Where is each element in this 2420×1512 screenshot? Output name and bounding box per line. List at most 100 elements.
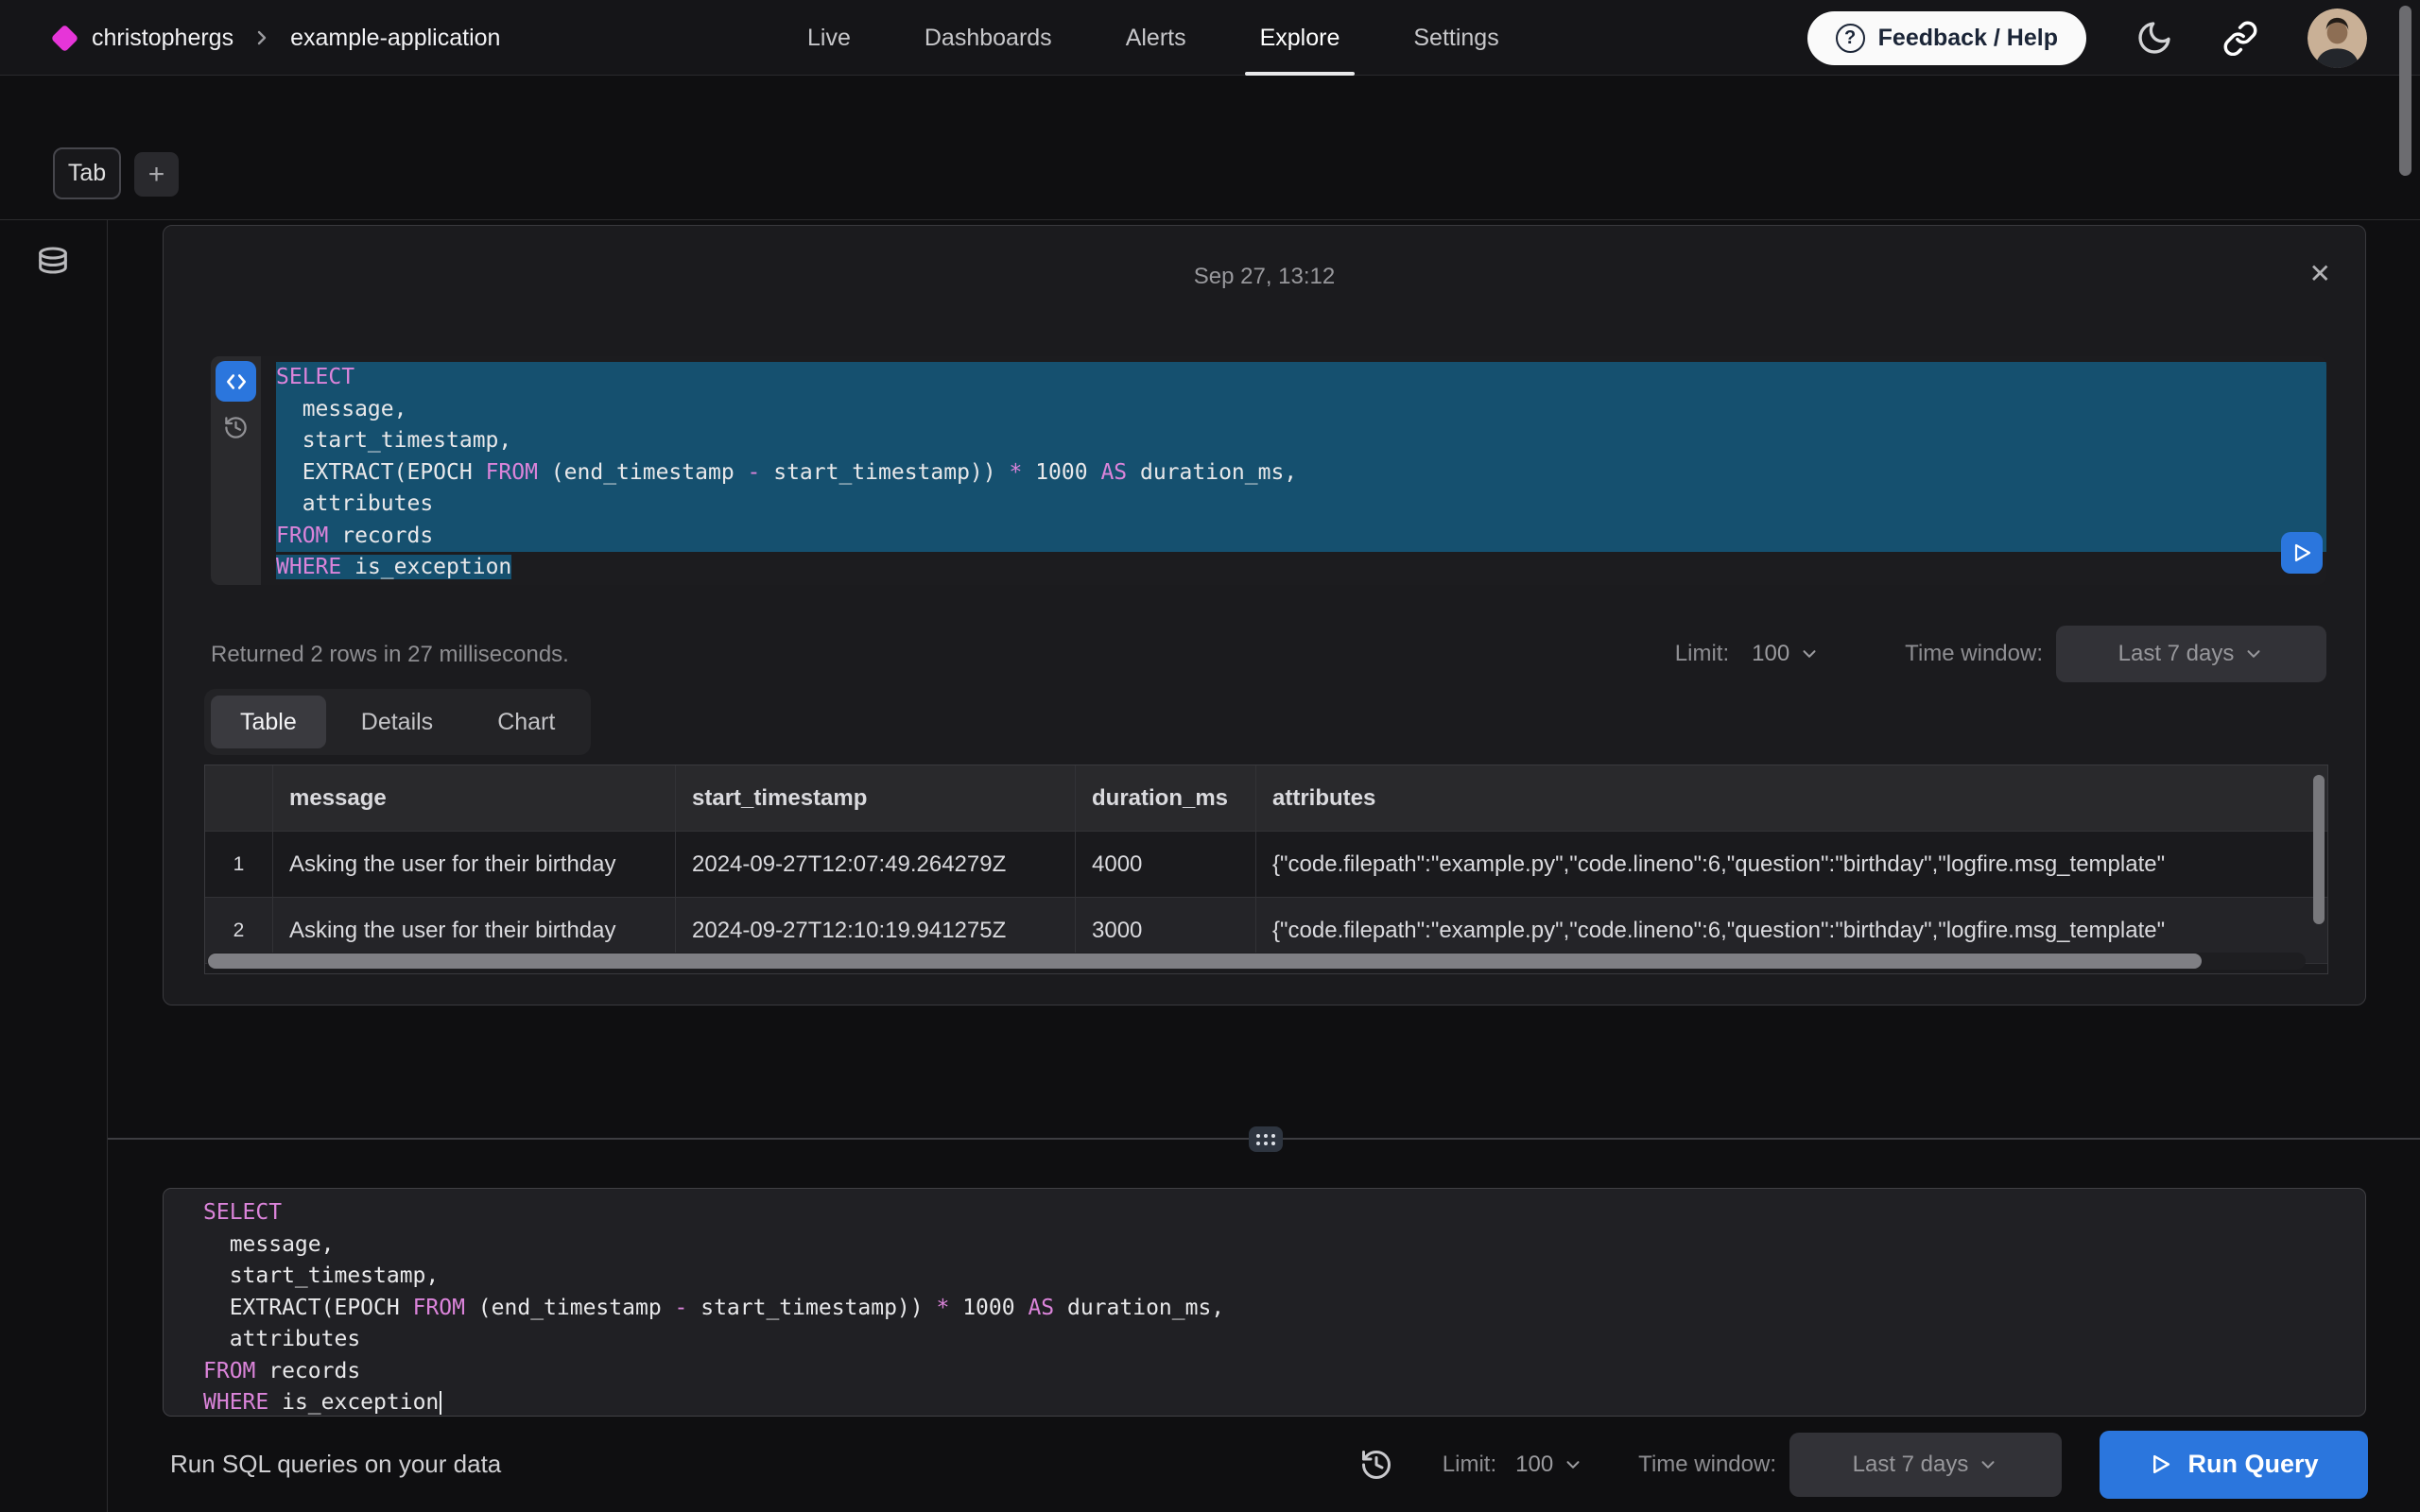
time-window-dropdown-footer[interactable]: Last 7 days [1789,1433,2062,1497]
sql-line: EXTRACT(EPOCH FROM (end_timestamp - star… [276,457,2326,490]
sql-line: attributes [203,1324,2365,1356]
history-icon [223,415,249,440]
avatar-photo [2308,9,2367,68]
query-tab[interactable]: Tab [53,147,121,199]
breadcrumb: christophergs example-application [55,0,500,76]
footer-bar: Run SQL queries on your data Limit: 100 … [0,1417,2420,1512]
panel-resize-handle[interactable] [1249,1126,1283,1152]
tabstrip-divider [0,219,2420,220]
sql-line: SELECT [203,1197,2365,1229]
executed-query-sql[interactable]: SELECT message, start_timestamp, EXTRACT… [261,356,2326,585]
feedback-help-label: Feedback / Help [1878,25,2058,52]
avatar[interactable] [2308,9,2367,68]
main-nav: Live Dashboards Alerts Explore Settings [807,0,1499,76]
link-icon [2222,20,2258,56]
chevron-down-icon [2243,644,2264,664]
query-run-timestamp: Sep 27, 13:12 [164,264,2365,290]
nav-item-live[interactable]: Live [807,0,851,76]
nav-item-settings[interactable]: Settings [1413,0,1498,76]
feedback-help-button[interactable]: ? Feedback / Help [1807,11,2086,65]
sql-line: message, [276,394,2326,426]
table-header-row: messagestart_timestampduration_msattribu… [205,765,2327,832]
view-tabs: TableDetailsChart [204,689,591,755]
table-horizontal-scrollbar[interactable] [207,953,2306,970]
result-controls: Limit: 100 Time window: Last 7 days [1675,625,2326,683]
time-window-dropdown[interactable]: Last 7 days [2056,626,2326,682]
chevron-down-icon [1799,644,1820,664]
limit-dropdown-footer[interactable]: 100 [1515,1452,1583,1478]
sql-line: WHERE is_exception [203,1387,2365,1417]
query-gutter [211,356,261,585]
breadcrumb-project[interactable]: example-application [290,25,500,52]
cell-duration_ms: 4000 [1076,832,1256,897]
cell-start_timestamp: 2024-09-27T12:07:49.264279Z [676,832,1076,897]
table-vertical-scrollbar[interactable] [2313,775,2325,924]
history-icon [1359,1448,1393,1482]
time-window-value: Last 7 days [1853,1452,1969,1478]
sql-line: WHERE is_exception [276,552,2326,584]
editor-scrollbar[interactable] [2399,6,2411,176]
sql-line: start_timestamp, [203,1261,2365,1293]
sql-line: FROM records [203,1356,2365,1388]
nav-item-alerts[interactable]: Alerts [1126,0,1186,76]
run-query-icon-button[interactable] [2281,532,2323,574]
logfire-logo-icon[interactable] [51,24,79,52]
view-tab-table[interactable]: Table [211,696,326,748]
query-result-card: Sep 27, 13:12 ✕ SELECT message, start_ti… [163,225,2366,1005]
breadcrumb-chevron-icon [251,26,273,49]
time-window-label: Time window: [1905,641,2043,667]
schema-panel-button[interactable] [34,244,72,282]
limit-label: Limit: [1443,1452,1496,1478]
top-nav: christophergs example-application Live Da… [0,0,2420,76]
sql-line: EXTRACT(EPOCH FROM (end_timestamp - star… [203,1293,2365,1325]
footer-controls: Limit: 100 Time window: Last 7 days Run … [1359,1431,2368,1499]
limit-value: 100 [1752,641,1789,667]
sql-editor-content[interactable]: SELECT message, start_timestamp, EXTRACT… [203,1197,2365,1417]
cell-attributes: {"code.filepath":"example.py","code.line… [1256,832,2327,897]
nav-item-explore[interactable]: Explore [1260,0,1340,76]
chevron-down-icon [1978,1454,1998,1475]
sql-line: SELECT [276,362,2326,394]
limit-dropdown[interactable]: 100 [1752,641,1820,667]
limit-value: 100 [1515,1452,1553,1478]
column-header-message[interactable]: message [273,765,676,831]
row-number-header [205,765,273,831]
query-history-button-footer[interactable] [1359,1448,1393,1482]
play-icon [2149,1452,2172,1476]
play-icon [2290,541,2313,564]
cell-message: Asking the user for their birthday [273,832,676,897]
table-horizontal-scrollbar-thumb[interactable] [208,954,2202,969]
limit-label: Limit: [1675,641,1729,667]
database-icon [34,244,72,282]
sql-line: start_timestamp, [276,425,2326,457]
column-header-start_timestamp[interactable]: start_timestamp [676,765,1076,831]
executed-query-block: SELECT message, start_timestamp, EXTRACT… [211,356,2326,585]
app-root: christophergs example-application Live Da… [0,0,2420,1512]
close-icon[interactable]: ✕ [2309,258,2331,289]
chevron-down-icon [1563,1454,1583,1475]
time-window-value: Last 7 days [2118,641,2235,667]
dark-mode-toggle[interactable] [2135,19,2173,57]
help-icon: ? [1836,24,1865,53]
code-icon-button[interactable] [216,361,256,402]
view-tab-chart[interactable]: Chart [468,696,584,748]
sql-line: message, [203,1229,2365,1262]
moon-icon [2135,19,2173,57]
sidebar-divider [107,220,108,1512]
run-query-button[interactable]: Run Query [2100,1431,2368,1499]
view-tab-details[interactable]: Details [332,696,462,748]
table-row[interactable]: 1Asking the user for their birthday2024-… [205,832,2327,898]
share-link-button[interactable] [2222,20,2258,56]
add-tab-button[interactable]: + [134,152,179,197]
nav-item-dashboards[interactable]: Dashboards [925,0,1052,76]
query-history-button[interactable] [223,415,249,440]
breadcrumb-org[interactable]: christophergs [92,25,233,52]
text-cursor [440,1391,441,1415]
editor-hint-text: Run SQL queries on your data [170,1450,501,1479]
results-table: messagestart_timestampduration_msattribu… [204,765,2328,974]
column-header-attributes[interactable]: attributes [1256,765,2327,831]
drag-handle-dots [1256,1134,1275,1145]
column-header-duration_ms[interactable]: duration_ms [1076,765,1256,831]
code-brackets-icon [224,369,249,394]
sql-editor[interactable]: SELECT message, start_timestamp, EXTRACT… [163,1188,2366,1417]
